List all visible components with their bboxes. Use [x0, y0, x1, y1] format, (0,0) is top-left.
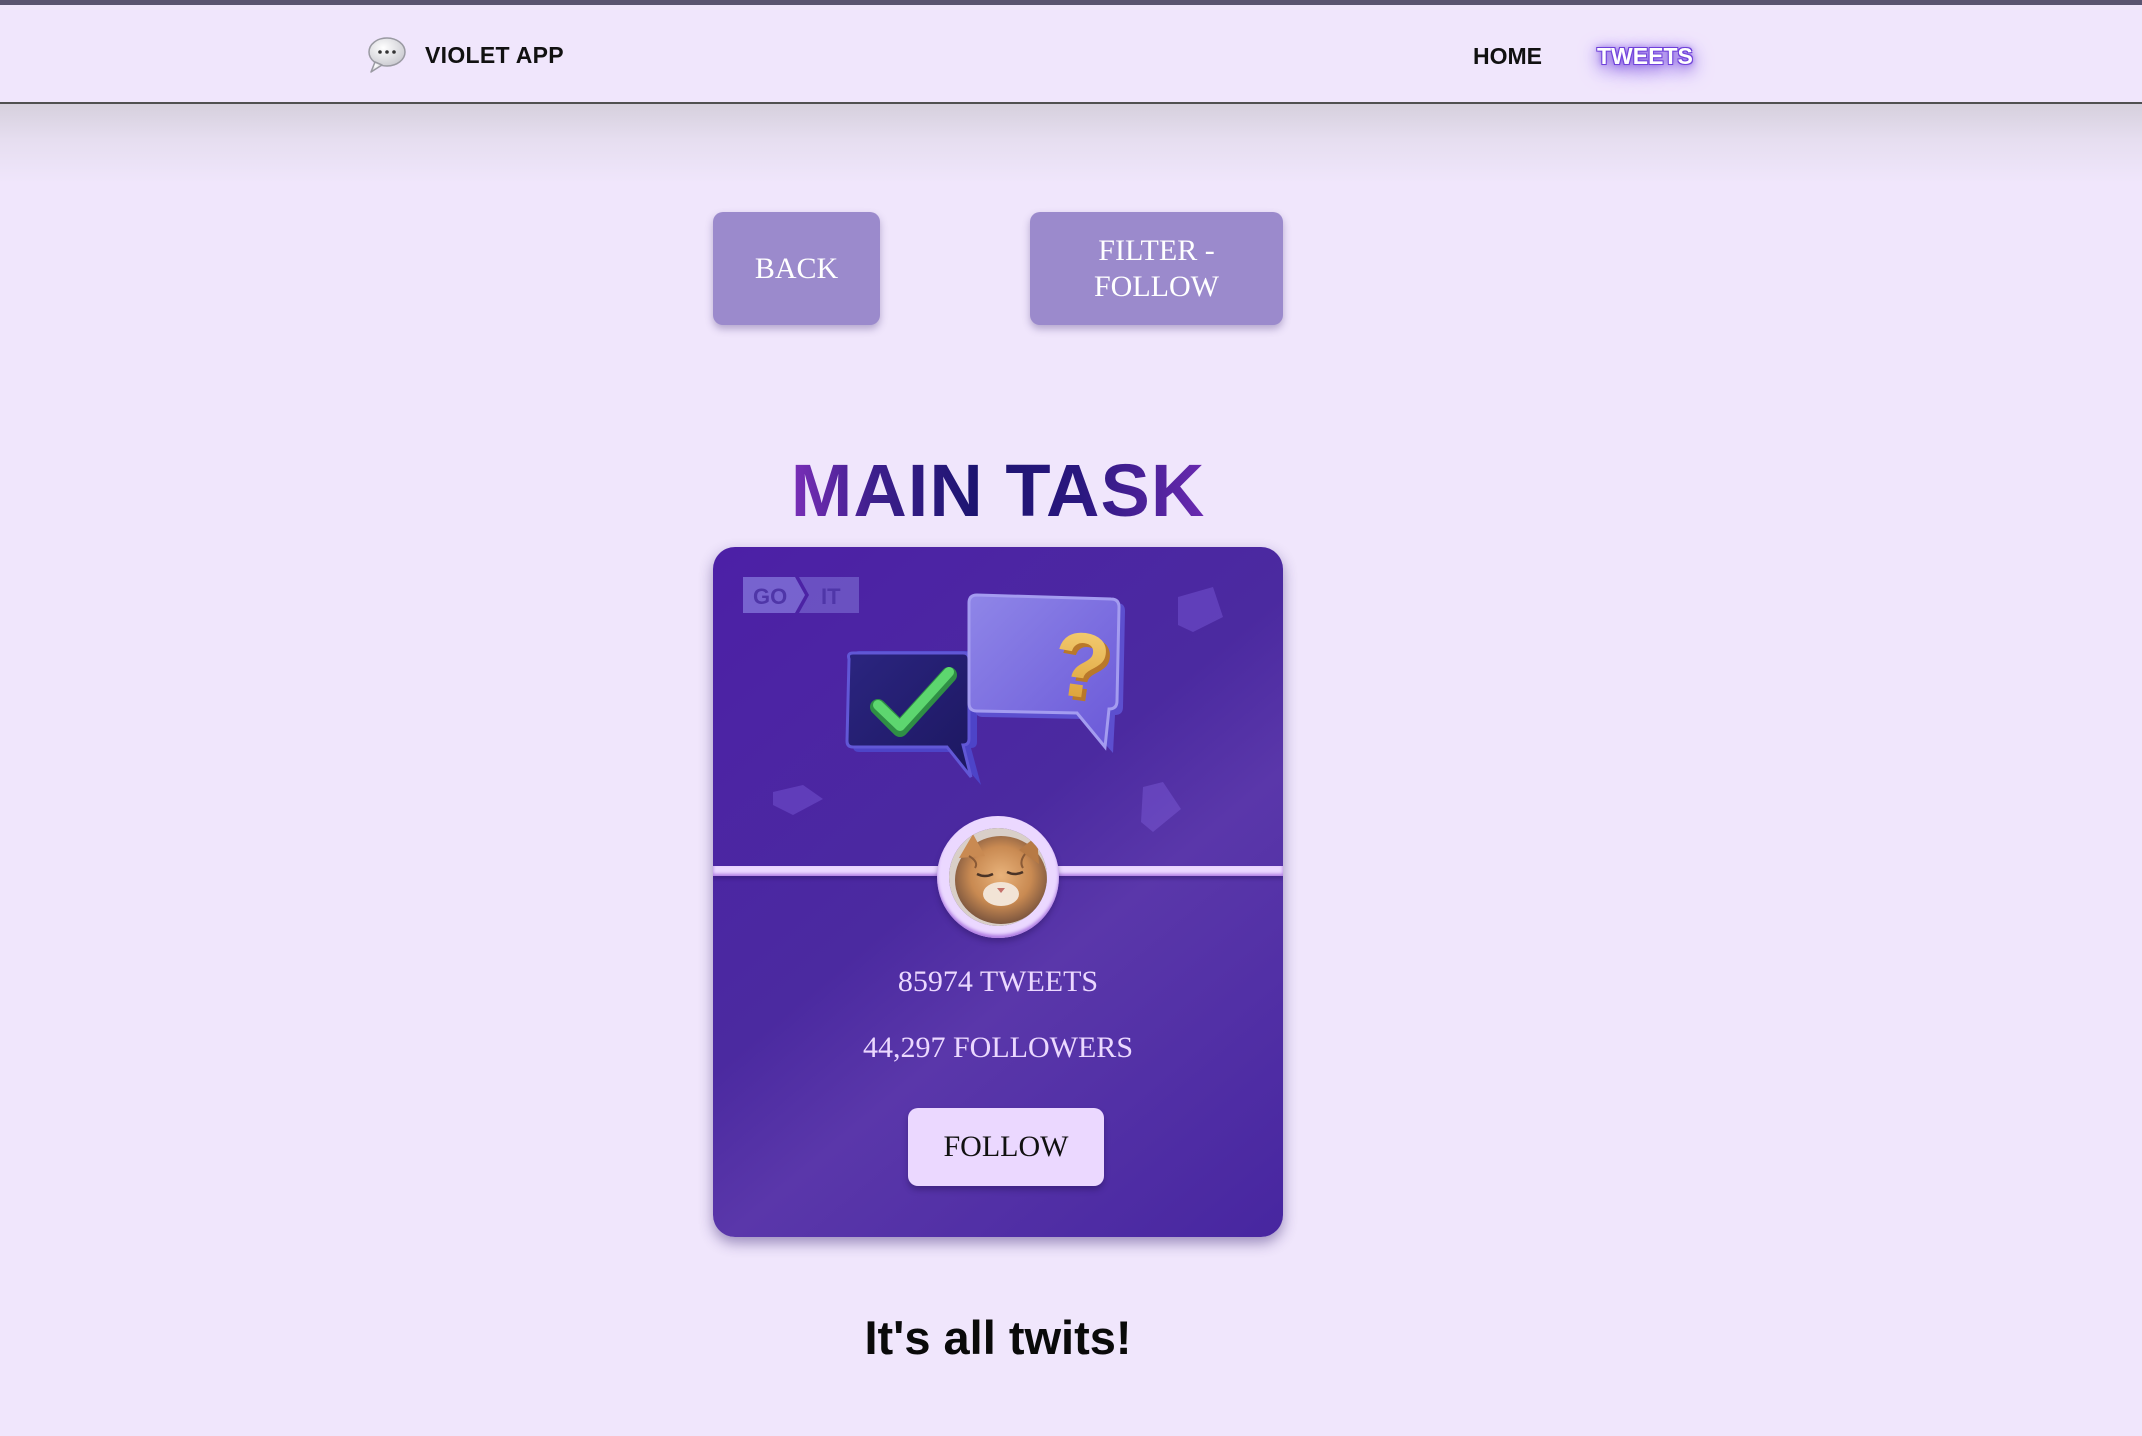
page-title: MAIN TASK	[790, 448, 1206, 532]
svg-text:IT: IT	[821, 584, 841, 609]
user-card: ? ? GO IT 85974 TWEETS 44,297 FOLLOWERS …	[713, 547, 1283, 1237]
avatar	[949, 828, 1047, 926]
app-name: VIOLET APP	[425, 41, 564, 68]
nav-tweets-link[interactable]: TWEETS	[1597, 43, 1693, 70]
footer-message: It's all twits!	[864, 1311, 1132, 1364]
brand-logo[interactable]: VIOLET APP	[365, 35, 564, 75]
header-shadow	[0, 104, 2142, 184]
follow-button[interactable]: FOLLOW	[908, 1108, 1104, 1186]
goit-logo: GO IT	[743, 577, 859, 618]
followers-count: 44,297 FOLLOWERS	[863, 1031, 1133, 1064]
filter-follow-button[interactable]: FILTER - FOLLOW	[1030, 212, 1283, 325]
site-header: VIOLET APP HOME TWEETS	[0, 5, 2142, 104]
back-button[interactable]: BACK	[713, 212, 880, 325]
svg-text:GO: GO	[753, 584, 787, 609]
tweets-count: 85974 TWEETS	[897, 965, 1099, 998]
question-bubble-icon: ? ?	[967, 593, 1125, 753]
chat-bubble-icon	[365, 35, 409, 75]
check-bubble-icon	[845, 651, 981, 785]
nav-home-link[interactable]: HOME	[1473, 43, 1542, 70]
